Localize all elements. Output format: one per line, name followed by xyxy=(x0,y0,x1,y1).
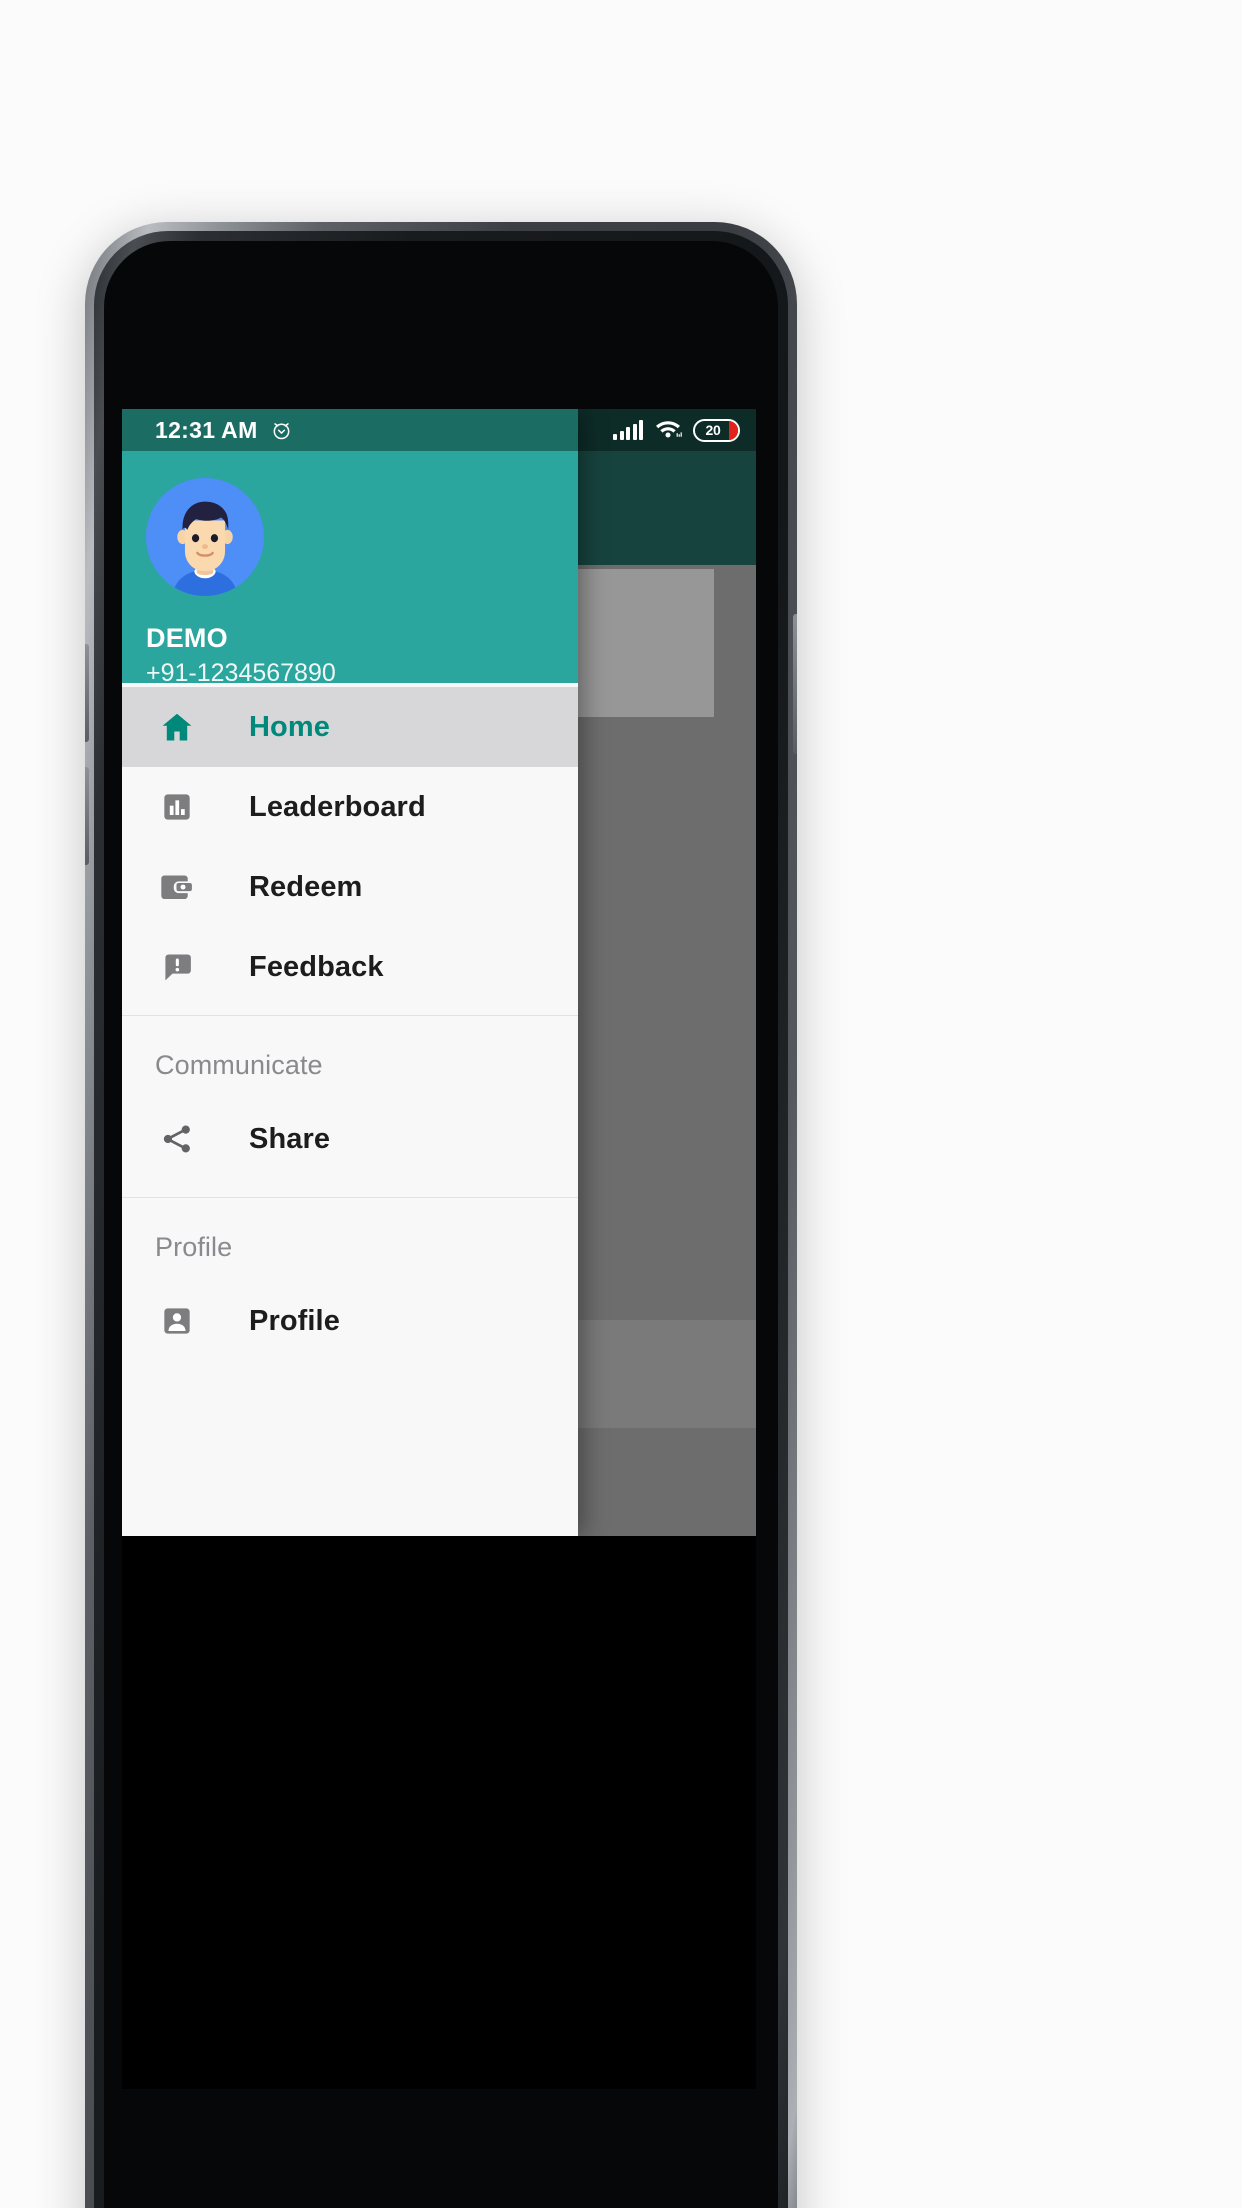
drawer-section-title: Profile xyxy=(155,1232,233,1262)
power-button[interactable] xyxy=(793,614,797,754)
battery-level-label: 20 xyxy=(705,422,721,438)
sidebar-item-profile[interactable]: Profile xyxy=(122,1281,578,1361)
alarm-clock-icon xyxy=(271,420,292,441)
volume-up-button[interactable] xyxy=(85,644,89,742)
share-icon xyxy=(155,1122,199,1156)
profile-phone-number: +91-1234567890 xyxy=(146,659,336,687)
drawer-status-bar: 12:31 AM xyxy=(122,409,578,451)
sidebar-item-home[interactable]: Home xyxy=(122,687,578,767)
volume-down-button[interactable] xyxy=(85,767,89,865)
profile-name: DEMO xyxy=(146,623,228,653)
sidebar-item-label: Home xyxy=(249,710,330,743)
sidebar-item-label: Leaderboard xyxy=(249,790,426,823)
home-icon xyxy=(155,709,199,745)
wifi-icon xyxy=(654,417,682,443)
drawer-section-communicate: Communicate Share xyxy=(122,1016,578,1189)
battery-icon: 20 xyxy=(693,418,740,442)
sidebar-item-share[interactable]: Share xyxy=(122,1099,578,1179)
sidebar-item-leaderboard[interactable]: Leaderboard xyxy=(122,767,578,847)
drawer-profile-header[interactable]: DEMO +91-1234567890 xyxy=(122,451,578,687)
user-avatar-illustration[interactable] xyxy=(146,478,264,596)
signal-bars-icon xyxy=(613,420,643,440)
account-box-icon xyxy=(155,1305,199,1337)
phone-screen: 20 Weekly Earned 39 xyxy=(122,409,756,2089)
status-bar-clock: 12:31 AM xyxy=(155,416,258,443)
screenshot-canvas: 20 Weekly Earned 39 xyxy=(0,0,1242,2208)
sidebar-item-label: Profile xyxy=(249,1304,340,1337)
sidebar-item-feedback[interactable]: Feedback xyxy=(122,927,578,1007)
sidebar-item-label: Feedback xyxy=(249,950,384,983)
drawer-section-title: Communicate xyxy=(155,1050,323,1080)
sidebar-item-label: Redeem xyxy=(249,870,363,903)
drawer-section-profile: Profile Profile xyxy=(122,1198,578,1371)
navigation-drawer: 12:31 AM DEMO +91-1234567890 Home Leader… xyxy=(122,409,578,1536)
sidebar-item-redeem[interactable]: Redeem xyxy=(122,847,578,927)
app-viewport: 20 Weekly Earned 39 xyxy=(122,409,756,1536)
drawer-menu-list: Home Leaderboard Redeem Feedback Communi… xyxy=(122,683,578,1536)
wallet-icon xyxy=(155,871,199,903)
feedback-icon xyxy=(155,951,199,983)
bar-chart-icon xyxy=(155,791,199,823)
sidebar-item-label: Share xyxy=(249,1122,331,1155)
